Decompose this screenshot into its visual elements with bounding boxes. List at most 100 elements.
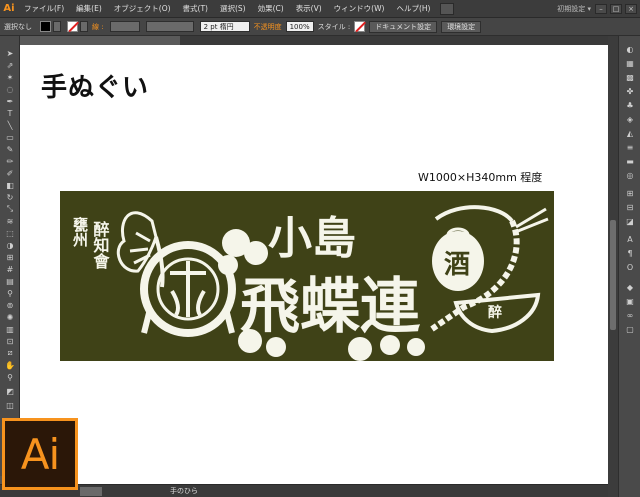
document-tab-bar (20, 36, 610, 45)
eyedropper-tool-icon[interactable]: ⚲ (4, 288, 16, 298)
stroke-dropdown[interactable] (80, 21, 88, 32)
free-transform-tool-icon[interactable]: ⬚ (4, 228, 16, 238)
transparency-panel-icon[interactable]: ◎ (624, 170, 636, 180)
magic-wand-tool-icon[interactable]: ✶ (4, 72, 16, 82)
stroke-swatch[interactable] (67, 21, 78, 32)
menu-select[interactable]: 選択(S) (214, 3, 252, 14)
left-text-2: 醉知會 (91, 220, 111, 269)
mesh-tool-icon[interactable]: # (4, 264, 16, 274)
zoom-tool-icon[interactable]: ⚲ (4, 372, 16, 382)
shape-builder-tool-icon[interactable]: ◑ (4, 240, 16, 250)
navigator-panel-icon[interactable]: ▢ (624, 324, 636, 334)
vertical-scrollbar[interactable] (608, 45, 618, 484)
stroke-panel-icon[interactable]: ≡ (624, 142, 636, 152)
opacity-label[interactable]: 不透明度 (250, 22, 286, 32)
appearance-panel-icon[interactable]: ◭ (624, 128, 636, 138)
opacity-input[interactable]: 100% (285, 21, 314, 32)
illustrator-logo: Ai (2, 418, 78, 490)
tenugui-artwork: 甕州 醉知會 小島 飛蝶連 酒 醉 (71, 205, 549, 361)
swatches-panel-icon[interactable]: ▩ (624, 72, 636, 82)
hand-tool-icon[interactable]: ✋ (4, 360, 16, 370)
selection-tool-icon[interactable]: ➤ (4, 48, 16, 58)
variable-width-dropdown[interactable] (145, 21, 194, 32)
bag-mark: 酒 (444, 250, 470, 280)
top-title: 小島 (268, 213, 356, 264)
transform-panel-icon[interactable]: ⊞ (624, 188, 636, 198)
drawing-mode-icon[interactable]: ◫ (4, 400, 16, 410)
minimize-icon[interactable]: – (595, 3, 607, 14)
rotate-tool-icon[interactable]: ↻ (4, 192, 16, 202)
brushes-panel-icon[interactable]: ✤ (624, 86, 636, 96)
rectangle-tool-icon[interactable]: ▭ (4, 132, 16, 142)
paragraph-panel-icon[interactable]: ¶ (624, 248, 636, 258)
preferences-button[interactable]: 環境設定 (441, 20, 482, 33)
menu-window[interactable]: ウィンドウ(W) (328, 3, 391, 14)
arrange-documents-button[interactable] (440, 2, 455, 15)
symbols-panel-icon[interactable]: ♣ (624, 100, 636, 110)
size-note: W1000×H340mm 程度 (418, 171, 543, 184)
menu-bar: Ai ファイル(F) 編集(E) オブジェクト(O) 書式(T) 選択(S) 効… (0, 0, 640, 18)
blend-tool-icon[interactable]: ⊚ (4, 300, 16, 310)
pathfinder-panel-icon[interactable]: ◪ (624, 216, 636, 226)
zoom-level-field[interactable] (80, 487, 102, 496)
control-bar: 選択なし 線 : 2 pt 楕円 不透明度 100% スタイル : ドキュメント… (0, 18, 640, 36)
type-tool-icon[interactable]: T (4, 108, 16, 118)
scale-tool-icon[interactable]: ⤡ (4, 204, 16, 214)
document-setup-button[interactable]: ドキュメント設定 (369, 20, 438, 33)
color-guide-icon[interactable]: ▦ (624, 58, 636, 68)
fill-stroke-icon[interactable]: ◩ (4, 386, 16, 396)
menu-effect[interactable]: 効果(C) (252, 3, 290, 14)
main-title: 飛蝶連 (240, 272, 421, 342)
graphic-style-swatch[interactable] (354, 21, 366, 32)
maximize-icon[interactable]: □ (610, 3, 622, 14)
menu-type[interactable]: 書式(T) (177, 3, 214, 14)
butterfly-icon (116, 211, 165, 288)
gradient-tool-icon[interactable]: ▤ (4, 276, 16, 286)
fill-swatch[interactable] (40, 21, 51, 32)
lasso-tool-icon[interactable]: ◌ (4, 84, 16, 94)
layers-panel-icon[interactable]: ◆ (624, 282, 636, 292)
menu-help[interactable]: ヘルプ(H) (390, 3, 436, 14)
current-tool-status[interactable]: 手のひら (170, 486, 198, 496)
perspective-grid-tool-icon[interactable]: ⊞ (4, 252, 16, 262)
fill-dropdown[interactable] (53, 21, 61, 32)
illustrator-logo-text: Ai (20, 429, 60, 479)
eraser-tool-icon[interactable]: ◧ (4, 180, 16, 190)
family-crest-icon (140, 241, 236, 337)
pen-tool-icon[interactable]: ✒ (4, 96, 16, 106)
opentype-panel-icon[interactable]: O (624, 262, 636, 272)
left-text-1: 甕州 (71, 216, 89, 248)
document-tab[interactable] (20, 36, 180, 45)
menu-edit[interactable]: 編集(E) (70, 3, 108, 14)
artboard-canvas[interactable]: 手ぬぐい W1000×H340mm 程度 甕州 醉知會 小島 飛蝶連 酒 醉 (20, 45, 608, 484)
slice-tool-icon[interactable]: ⧄ (4, 348, 16, 358)
artboard-heading: 手ぬぐい (41, 73, 150, 103)
width-tool-icon[interactable]: ≋ (4, 216, 16, 226)
close-icon[interactable]: × (625, 3, 637, 14)
graphic-styles-icon[interactable]: ◈ (624, 114, 636, 124)
scrollbar-thumb[interactable] (610, 220, 616, 330)
tenugui-design[interactable]: 甕州 醉知會 小島 飛蝶連 酒 醉 (60, 191, 554, 361)
menu-file[interactable]: ファイル(F) (18, 3, 70, 14)
menu-object[interactable]: オブジェクト(O) (108, 3, 177, 14)
artboard-tool-icon[interactable]: ⊡ (4, 336, 16, 346)
graph-tool-icon[interactable]: ▥ (4, 324, 16, 334)
menu-view[interactable]: 表示(V) (290, 3, 328, 14)
character-panel-icon[interactable]: A (624, 234, 636, 244)
color-panel-icon[interactable]: ◐ (624, 44, 636, 54)
artboards-panel-icon[interactable]: ▣ (624, 296, 636, 306)
line-tool-icon[interactable]: ╲ (4, 120, 16, 130)
gradient-panel-icon[interactable]: ▬ (624, 156, 636, 166)
brush-definition-field[interactable]: 2 pt 楕円 (199, 21, 250, 32)
stroke-label[interactable]: 線 : (88, 22, 108, 32)
symbol-sprayer-tool-icon[interactable]: ✺ (4, 312, 16, 322)
workspace-switcher[interactable]: 初期設定 ▾ (557, 4, 595, 14)
paintbrush-tool-icon[interactable]: ✎ (4, 144, 16, 154)
pencil-tool-icon[interactable]: ✏ (4, 156, 16, 166)
stroke-weight-dropdown[interactable] (109, 21, 140, 32)
links-panel-icon[interactable]: ∞ (624, 310, 636, 320)
blob-brush-tool-icon[interactable]: ✐ (4, 168, 16, 178)
tools-panel: ➤ ⇗ ✶ ◌ ✒ T ╲ ▭ ✎ ✏ ✐ ◧ ↻ ⤡ ≋ ⬚ ◑ ⊞ # ▤ … (0, 36, 20, 476)
align-panel-icon[interactable]: ⊟ (624, 202, 636, 212)
direct-selection-tool-icon[interactable]: ⇗ (4, 60, 16, 70)
